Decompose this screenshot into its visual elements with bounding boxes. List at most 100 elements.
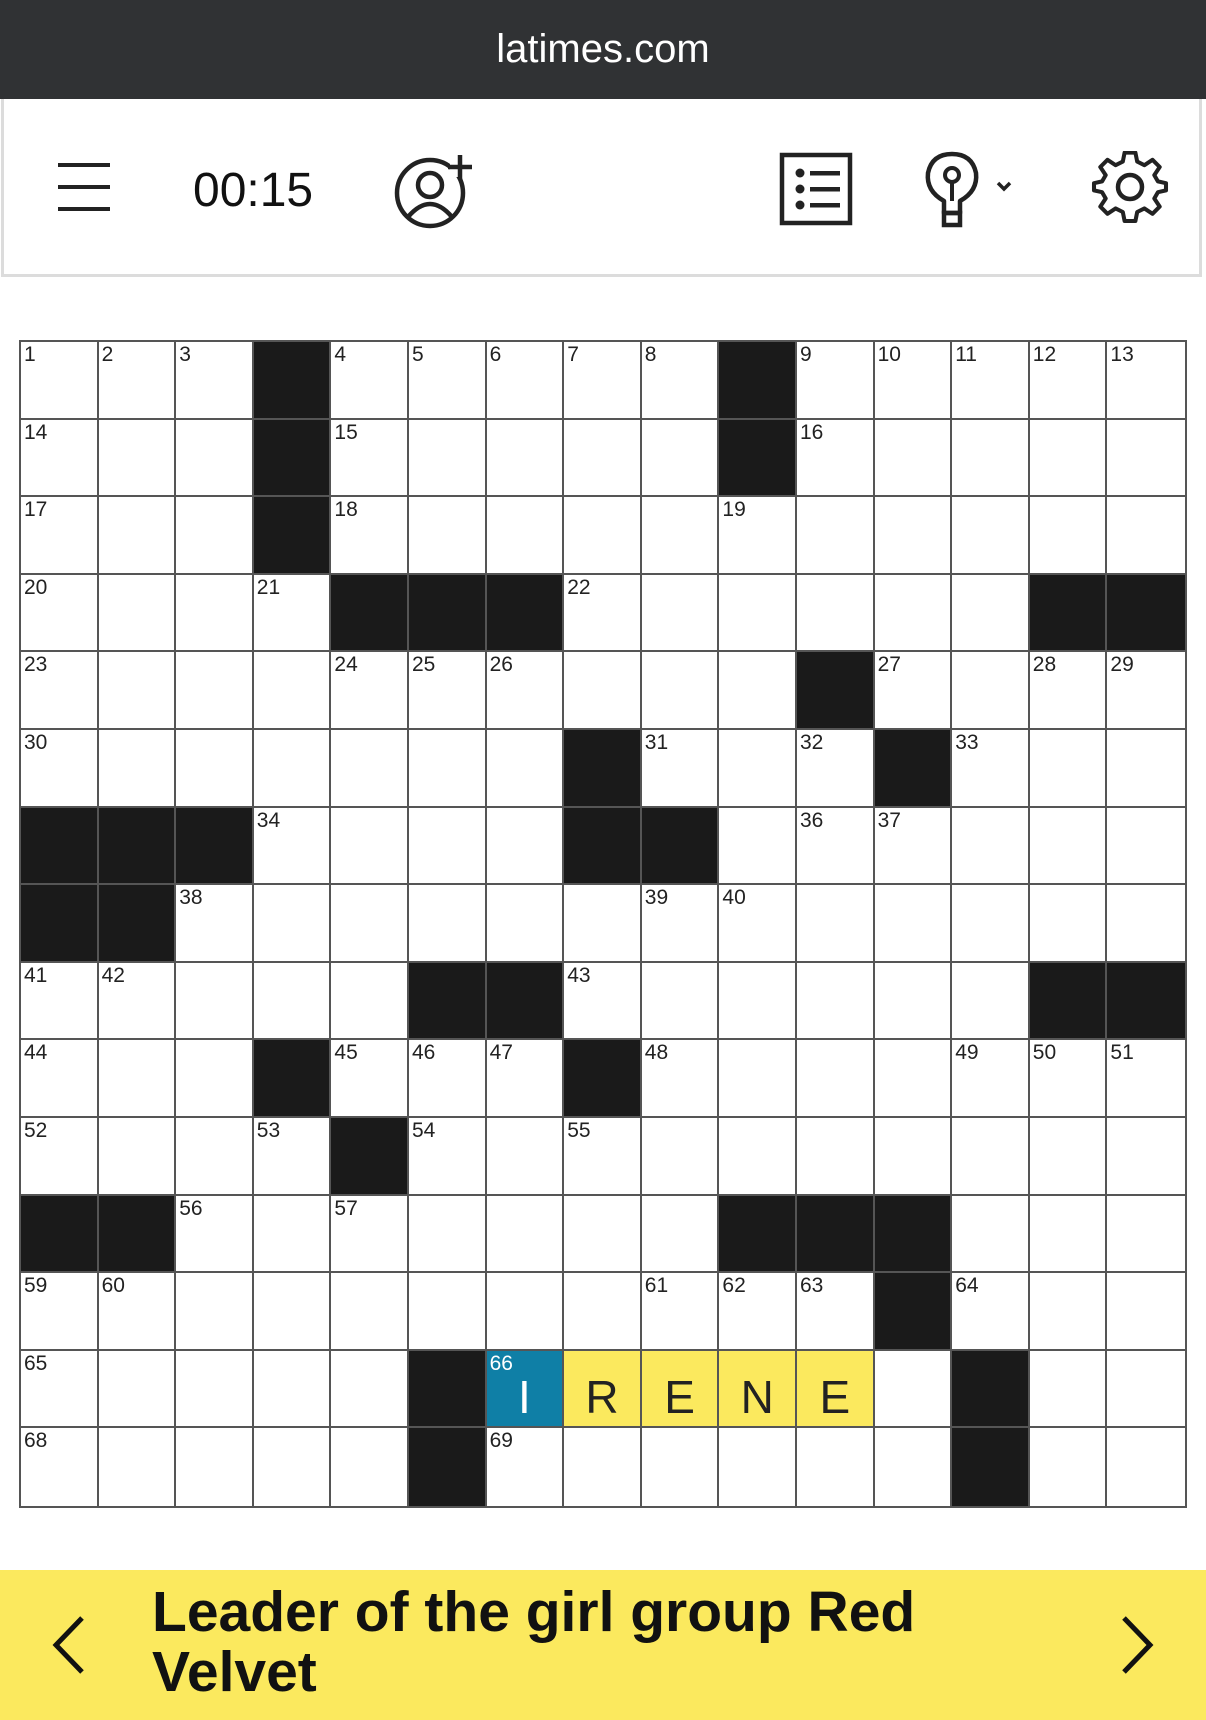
grid-cell[interactable] <box>98 1040 177 1118</box>
grid-cell[interactable]: 41 <box>21 962 99 1041</box>
settings-icon[interactable] <box>1090 150 1170 231</box>
grid-cell[interactable]: 4 <box>331 342 409 420</box>
grid-cell[interactable]: 34 <box>253 807 332 886</box>
grid-cell[interactable] <box>98 730 177 808</box>
grid-cell[interactable]: 12 <box>1029 342 1108 420</box>
grid-cell[interactable]: 59 <box>21 1273 99 1351</box>
grid-cell[interactable] <box>253 652 332 730</box>
grid-cell[interactable] <box>176 419 254 498</box>
grid-cell[interactable] <box>564 885 642 963</box>
grid-cell[interactable] <box>253 962 332 1041</box>
grid-cell[interactable] <box>1029 1428 1108 1506</box>
grid-cell[interactable] <box>486 497 565 575</box>
grid-cell[interactable]: 47 <box>486 1040 565 1118</box>
grid-cell[interactable] <box>564 1273 642 1351</box>
grid-cell[interactable] <box>874 1040 953 1118</box>
clue-list-icon[interactable] <box>779 152 853 226</box>
grid-cell[interactable]: 56 <box>176 1195 254 1274</box>
grid-cell[interactable] <box>176 652 254 730</box>
grid-cell[interactable] <box>486 807 565 886</box>
grid-cell[interactable] <box>331 962 409 1041</box>
grid-cell[interactable]: E <box>797 1350 875 1429</box>
grid-cell[interactable]: 25 <box>409 652 487 730</box>
grid-cell[interactable]: 52 <box>21 1118 99 1196</box>
grid-cell[interactable]: 55 <box>564 1118 642 1196</box>
grid-cell[interactable] <box>564 1428 642 1506</box>
grid-cell[interactable]: 65 <box>21 1350 99 1429</box>
grid-cell[interactable]: 8 <box>641 342 720 420</box>
grid-cell[interactable] <box>952 962 1030 1041</box>
grid-cell[interactable] <box>874 419 953 498</box>
grid-cell[interactable] <box>331 1273 409 1351</box>
grid-cell[interactable]: 18 <box>331 497 409 575</box>
grid-cell[interactable] <box>564 497 642 575</box>
grid-cell[interactable] <box>98 419 177 498</box>
grid-cell[interactable] <box>1029 885 1108 963</box>
grid-cell[interactable] <box>874 497 953 575</box>
grid-cell[interactable] <box>719 574 797 653</box>
grid-cell[interactable] <box>176 497 254 575</box>
grid-cell[interactable] <box>331 1350 409 1429</box>
grid-cell[interactable] <box>1029 1350 1108 1429</box>
grid-cell[interactable] <box>1107 419 1185 498</box>
grid-cell[interactable]: 62 <box>719 1273 797 1351</box>
grid-cell[interactable] <box>1107 1273 1185 1351</box>
grid-cell[interactable]: 10 <box>874 342 953 420</box>
grid-cell[interactable]: 45 <box>331 1040 409 1118</box>
grid-cell[interactable] <box>797 497 875 575</box>
grid-cell[interactable] <box>1107 497 1185 575</box>
grid-cell[interactable] <box>486 1273 565 1351</box>
grid-cell[interactable] <box>874 1428 953 1506</box>
grid-cell[interactable] <box>952 497 1030 575</box>
grid-cell[interactable] <box>641 419 720 498</box>
grid-cell[interactable]: 61 <box>641 1273 720 1351</box>
grid-cell[interactable]: R <box>564 1350 642 1429</box>
grid-cell[interactable] <box>952 1195 1030 1274</box>
grid-cell[interactable] <box>641 574 720 653</box>
grid-cell[interactable] <box>176 1350 254 1429</box>
grid-cell[interactable]: E <box>641 1350 720 1429</box>
grid-cell[interactable]: 66 I <box>486 1350 565 1429</box>
grid-cell[interactable]: 3 <box>176 342 254 420</box>
grid-cell[interactable]: 27 <box>874 652 953 730</box>
grid-cell[interactable] <box>253 1273 332 1351</box>
grid-cell[interactable] <box>874 574 953 653</box>
grid-cell[interactable] <box>797 1118 875 1196</box>
grid-cell[interactable]: 7 <box>564 342 642 420</box>
grid-cell[interactable] <box>331 1428 409 1506</box>
grid-cell[interactable]: 16 <box>797 419 875 498</box>
grid-cell[interactable]: 49 <box>952 1040 1030 1118</box>
grid-cell[interactable]: 63 <box>797 1273 875 1351</box>
menu-icon[interactable] <box>56 157 112 217</box>
grid-cell[interactable]: 51 <box>1107 1040 1185 1118</box>
grid-cell[interactable]: 33 <box>952 730 1030 808</box>
grid-cell[interactable]: 32 <box>797 730 875 808</box>
grid-cell[interactable] <box>641 497 720 575</box>
puzzle-timer[interactable]: 00:15 <box>193 163 313 218</box>
chevron-right-icon[interactable] <box>1110 1610 1170 1680</box>
crossword-grid[interactable]: 1 2 3 4 5 6 7 8 9 10 11 12 13 14 15 16 17 18 19 20 21 22 23 24 2… <box>19 340 1187 1508</box>
grid-cell[interactable]: 42 <box>98 962 177 1041</box>
grid-cell[interactable] <box>409 1195 487 1274</box>
grid-cell[interactable] <box>253 1350 332 1429</box>
grid-cell[interactable] <box>952 419 1030 498</box>
grid-cell[interactable] <box>952 574 1030 653</box>
grid-cell[interactable] <box>564 1195 642 1274</box>
grid-cell[interactable] <box>98 574 177 653</box>
grid-cell[interactable]: 48 <box>641 1040 720 1118</box>
grid-cell[interactable] <box>409 730 487 808</box>
grid-cell[interactable]: 28 <box>1029 652 1108 730</box>
grid-cell[interactable] <box>409 419 487 498</box>
grid-cell[interactable] <box>253 1428 332 1506</box>
grid-cell[interactable] <box>797 574 875 653</box>
grid-cell[interactable]: 30 <box>21 730 99 808</box>
grid-cell[interactable]: 6 <box>486 342 565 420</box>
grid-cell[interactable] <box>331 807 409 886</box>
current-clue-bar[interactable]: Leader of the girl group Red Velvet <box>0 1570 1206 1720</box>
grid-cell[interactable]: 5 <box>409 342 487 420</box>
grid-cell[interactable] <box>331 885 409 963</box>
grid-cell[interactable] <box>253 730 332 808</box>
grid-cell[interactable]: 54 <box>409 1118 487 1196</box>
grid-cell[interactable]: 20 <box>21 574 99 653</box>
grid-cell[interactable]: 36 <box>797 807 875 886</box>
